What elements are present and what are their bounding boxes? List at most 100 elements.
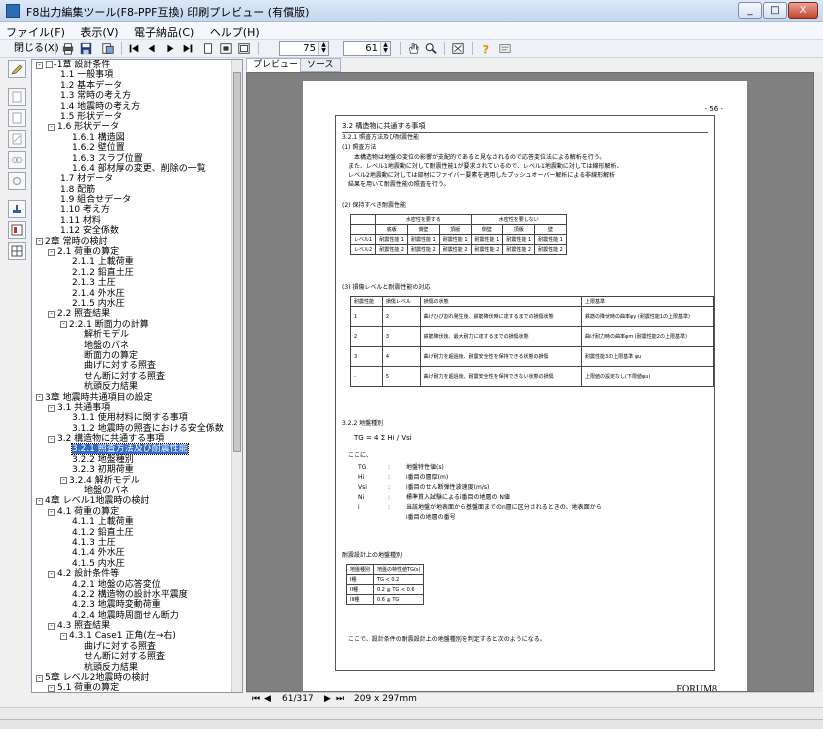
menu-help[interactable]: ヘルプ(H) [204,22,266,42]
info-icon[interactable] [497,41,513,56]
page-spinner[interactable]: 61 ▲ ▼ [343,41,391,56]
tool-button-8[interactable] [8,221,26,239]
tree-node[interactable]: 4.1.4 外水圧 [32,548,232,558]
print-icon[interactable] [60,41,76,56]
expand-toggle-icon[interactable]: - [48,248,55,256]
tree-node[interactable]: -3.2.4 解析モデル [32,476,232,486]
tree-node[interactable]: -1.6 形状データ [32,122,232,132]
tree-node[interactable]: 解析モデル [32,330,232,340]
maximize-button[interactable]: □ [763,2,787,19]
save-icon[interactable] [78,41,94,56]
expand-toggle-icon[interactable]: - [48,404,55,412]
fit-page-icon[interactable] [236,41,252,56]
tree-node[interactable]: 1.6.4 部材厚の変更、削除の一覧 [32,164,232,174]
tree-node[interactable]: -5章 レベル2地震時の検討 [32,673,232,683]
tree-node[interactable]: 4.2.1 地盤の応答変位 [32,580,232,590]
tree-node[interactable]: 曲げに対する照査 [32,642,232,652]
last-page-icon[interactable] [180,41,196,56]
expand-toggle-icon[interactable]: - [48,435,55,443]
help-icon[interactable]: ? [478,41,494,56]
tree-node[interactable]: 地盤のバネ [32,486,232,496]
tree-node[interactable]: 1.10 考え方 [32,205,232,215]
tree-node[interactable]: 4.1.5 内水圧 [32,559,232,569]
tree-node[interactable]: 1.6.2 壁位置 [32,143,232,153]
tree-node[interactable]: 1.5 形状データ [32,112,232,122]
tree-node[interactable]: 杭頭反力結果 [32,382,232,392]
tree-node[interactable]: 1.11 材料 [32,216,232,226]
tree-node[interactable]: -4.3 照査結果 [32,621,232,631]
close-window-button[interactable]: X [788,2,818,19]
minimize-button[interactable]: _ [738,2,762,19]
expand-toggle-icon[interactable]: - [36,498,43,506]
tool-button-9[interactable] [8,242,26,260]
tree-node[interactable]: -4.1 荷重の算定 [32,507,232,517]
expand-toggle-icon[interactable]: - [48,685,55,692]
nav-last-icon[interactable]: ⏭ [336,694,344,704]
tree-node[interactable]: 2.1.5 内水圧 [32,299,232,309]
tree-node[interactable]: -4.2 設計条件等 [32,569,232,579]
tree-node[interactable]: 1.6.3 スラブ位置 [32,154,232,164]
tool-button-7[interactable] [8,200,26,218]
tree-node[interactable]: 2.1.1 上載荷重 [32,257,232,267]
expand-toggle-icon[interactable]: - [60,633,67,641]
tree-node[interactable]: - □-1章 設計条件 [32,60,232,70]
tree-node[interactable]: 3.2.3 初期荷重 [32,465,232,475]
tool-button-3[interactable] [8,109,26,127]
tree-node[interactable]: -2.1 荷重の算定 [32,247,232,257]
menu-file[interactable]: ファイル(F) [0,22,71,42]
tree-node[interactable]: -4.3.1 Case1 正角(左→右) [32,631,232,641]
tree-node[interactable]: 2.1.2 鉛直土圧 [32,268,232,278]
single-page-icon[interactable] [200,41,216,56]
spinner-arrows[interactable]: ▲ ▼ [380,42,390,55]
tree-node[interactable]: 1.4 地震時の考え方 [32,102,232,112]
page-setup-icon[interactable] [100,41,116,56]
horizontal-scrollbar[interactable] [0,707,823,719]
expand-toggle-icon[interactable]: - [60,321,67,329]
menu-electronic-delivery[interactable]: 電子納品(C) [128,22,200,42]
prev-page-icon[interactable] [144,41,160,56]
tool-button-2[interactable] [8,88,26,106]
zoom-tool-icon[interactable] [423,41,439,56]
expand-toggle-icon[interactable]: - [60,477,67,485]
expand-toggle-icon[interactable]: - [36,394,43,402]
zoom-spinner[interactable]: 75 ▲ ▼ [279,41,329,56]
tool-button-4[interactable] [8,130,26,148]
tree-node[interactable]: 杭頭反力結果 [32,663,232,673]
tree-node[interactable]: -4章 レベル1地震時の検討 [32,496,232,506]
tree-node[interactable]: 1.12 安全係数 [32,226,232,236]
nav-first-icon[interactable]: ⏮ [252,694,260,704]
tree-node[interactable]: 4.2.2 構造物の設計水平震度 [32,590,232,600]
tree-node[interactable]: 地盤のバネ [32,341,232,351]
scroll-thumb[interactable] [233,72,241,452]
tool-button-6[interactable] [8,172,26,190]
tree-node[interactable]: 1.7 材データ [32,174,232,184]
nav-next-icon[interactable]: ▶ [324,694,331,704]
tree-node[interactable]: 3.1.1 使用材料に関する事項 [32,413,232,423]
tree-node[interactable]: せん断に対する照査 [32,652,232,662]
tree-node[interactable]: 3.2.2 地盤種別 [32,455,232,465]
tree-node[interactable]: 3.2.1 照査方法及び耐震性能 [32,443,232,456]
expand-toggle-icon[interactable]: - [36,61,43,69]
tree-node[interactable]: 4.1.1 上載荷重 [32,517,232,527]
tree-node[interactable]: 1.9 組合せデータ [32,195,232,205]
hand-tool-icon[interactable] [405,41,421,56]
tree-node[interactable]: 4.2.3 地震時変動荷重 [32,600,232,610]
fullscreen-icon[interactable] [450,41,466,56]
tab-source[interactable]: ソース [300,58,341,72]
tree-node[interactable]: 1.1 一般事項 [32,70,232,80]
tree-node[interactable]: -3.1 共通事項 [32,403,232,413]
tree-node[interactable]: 1.3 常時の考え方 [32,91,232,101]
tree-node[interactable]: -5.1 荷重の算定 [32,683,232,692]
tree-node[interactable]: -2.2 照査結果 [32,309,232,319]
expand-toggle-icon[interactable]: - [48,508,55,516]
tree-node[interactable]: 1.2 基本データ [32,81,232,91]
menu-view[interactable]: 表示(V) [74,22,124,42]
pen-tool-button[interactable] [8,60,26,78]
tree-node[interactable]: 2.1.3 土圧 [32,278,232,288]
preview-vertical-scrollbar[interactable] [814,72,822,692]
preview-area[interactable]: - 56 - 3.2 構造物に共通する事項 3.2.1 照査方法及び耐震性能 (… [246,72,814,692]
expand-toggle-icon[interactable]: - [36,238,43,246]
tool-button-5[interactable] [8,151,26,169]
tree-node[interactable]: 曲げに対する照査 [32,361,232,371]
tree-node[interactable]: 断面力の算定 [32,351,232,361]
